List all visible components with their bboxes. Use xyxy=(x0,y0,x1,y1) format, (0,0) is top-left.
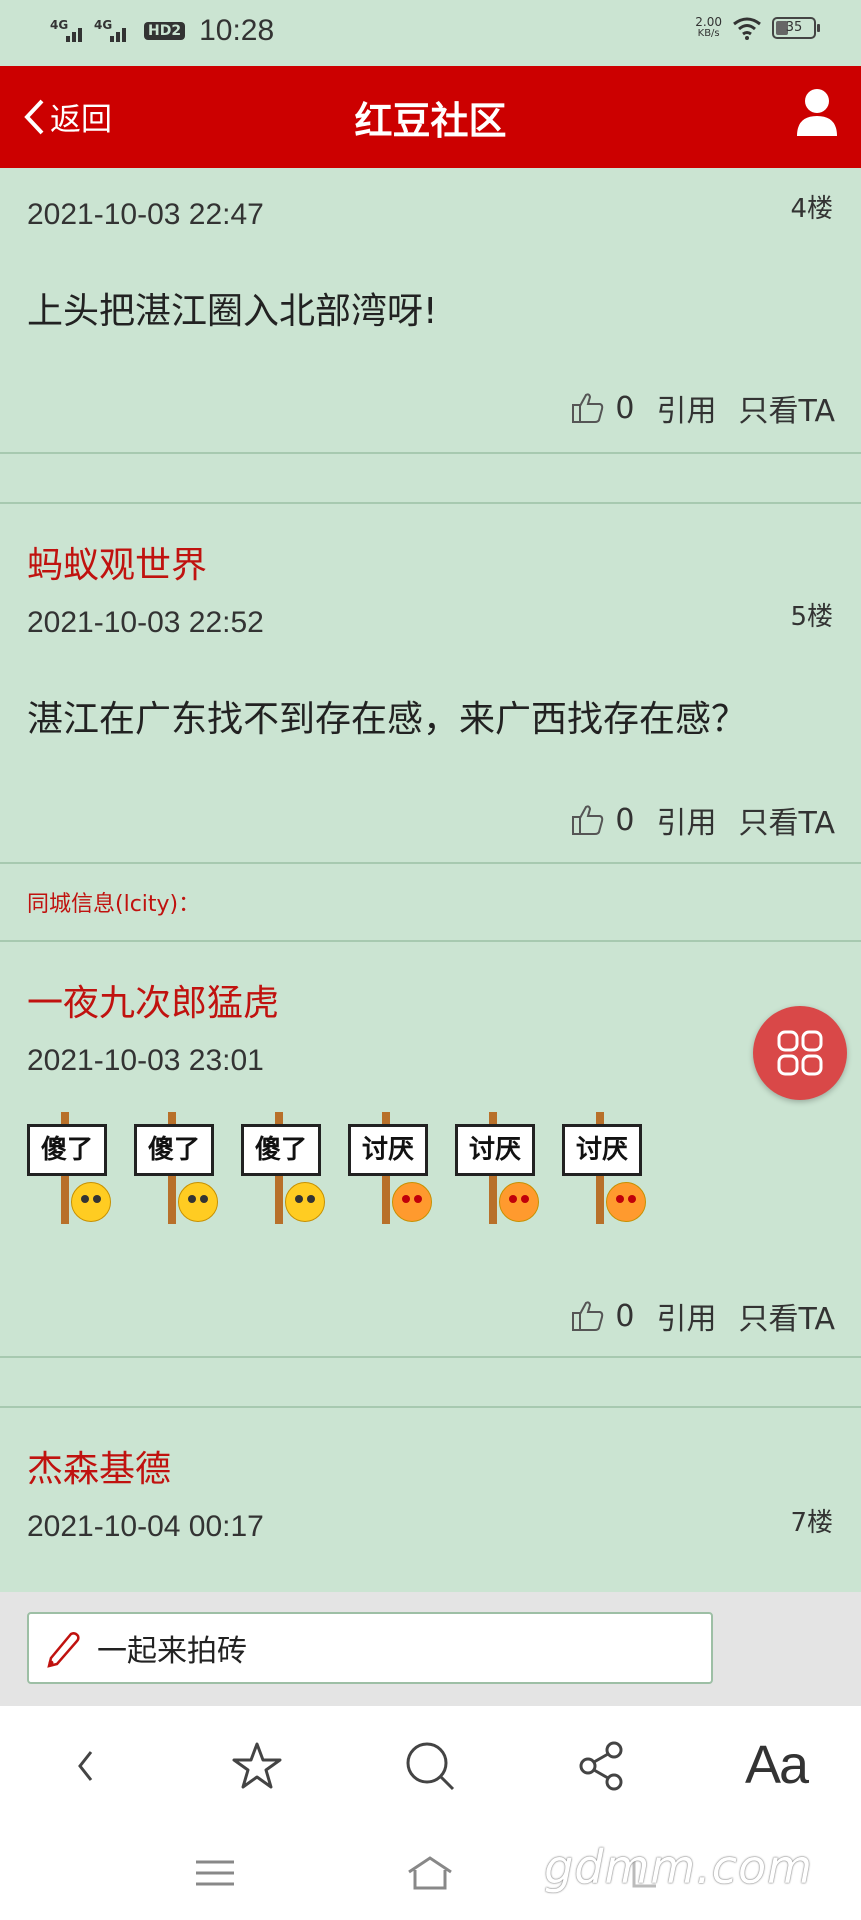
star-icon[interactable] xyxy=(227,1736,287,1796)
only-author-button[interactable]: 只看TA xyxy=(738,386,835,430)
like-button[interactable]: 0 xyxy=(571,1299,634,1334)
post-author[interactable]: 蚂蚁观世界 xyxy=(27,536,207,588)
quote-button[interactable]: 引用 xyxy=(656,798,716,842)
app-header: 返回 红豆社区 xyxy=(0,66,861,168)
post-content: 湛江在广东找不到存在感，来广西找存在感？ xyxy=(27,699,748,740)
status-time: 10:28 xyxy=(199,14,275,47)
page-title: 红豆社区 xyxy=(354,99,507,143)
emoji-sha-le: 傻了 xyxy=(27,1112,111,1224)
floor-number: 4楼 xyxy=(790,194,833,224)
grid-menu-icon xyxy=(777,1030,823,1076)
thumbs-up-icon xyxy=(572,1301,604,1331)
user-icon[interactable] xyxy=(795,88,839,138)
post-time: 2021-10-03 22:47 xyxy=(27,198,264,231)
hd-voice-badge: HD2 xyxy=(144,22,186,40)
signal-icon: 4G xyxy=(50,18,84,44)
menu-icon[interactable] xyxy=(190,1850,240,1896)
emoji-tao-yan: 讨厌 xyxy=(562,1112,646,1224)
only-author-button[interactable]: 只看TA xyxy=(738,1294,835,1338)
browser-toolbar: Aa xyxy=(0,1706,861,1826)
reply-placeholder: 一起来拍砖 xyxy=(97,1634,247,1669)
post-content: 上头把湛江圈入北部湾呀! xyxy=(27,291,438,332)
post-floor-7: 杰森基德 2021-10-04 00:17 7楼 xyxy=(0,1410,861,1592)
quote-button[interactable]: 引用 xyxy=(656,1294,716,1338)
share-icon[interactable] xyxy=(572,1736,632,1796)
like-count: 0 xyxy=(615,1298,635,1334)
status-bar: 4G 4G HD2 10:28 2.00 KB/s 35 xyxy=(0,0,861,66)
city-info-link[interactable]: 同城信息(lcity)： xyxy=(27,886,200,918)
watermark: gdmm.com xyxy=(544,1840,813,1894)
emoji-sha-le: 傻了 xyxy=(241,1112,325,1224)
thumbs-up-icon xyxy=(572,393,604,423)
floor-number: 7楼 xyxy=(790,1508,833,1538)
separator-band xyxy=(0,456,861,504)
system-navigation: gdmm.com xyxy=(0,1826,861,1920)
like-button[interactable]: 0 xyxy=(571,391,634,426)
search-icon[interactable] xyxy=(400,1736,460,1796)
signal-icon-2: 4G xyxy=(94,18,128,44)
floor-number: 5楼 xyxy=(790,602,833,632)
separator-band xyxy=(0,1360,861,1408)
post-time: 2021-10-04 00:17 xyxy=(27,1510,264,1543)
like-button[interactable]: 0 xyxy=(571,803,634,838)
pencil-icon xyxy=(47,1632,80,1668)
emoji-row: 傻了 傻了 傻了 讨厌 讨厌 讨厌 xyxy=(27,1112,646,1224)
emoji-tao-yan: 讨厌 xyxy=(348,1112,432,1224)
emoji-tao-yan: 讨厌 xyxy=(455,1112,539,1224)
quote-button[interactable]: 引用 xyxy=(656,386,716,430)
composer-bar: 一起来拍砖 xyxy=(0,1592,861,1706)
wifi-icon xyxy=(733,17,761,40)
like-count: 0 xyxy=(615,390,635,426)
battery-icon: 35 xyxy=(772,17,820,39)
like-count: 0 xyxy=(615,802,635,838)
post-floor-5: 蚂蚁观世界 2021-10-03 22:52 5楼 湛江在广东找不到存在感，来广… xyxy=(0,506,861,864)
thumbs-up-icon xyxy=(572,805,604,835)
post-time: 2021-10-03 23:01 xyxy=(27,1044,264,1077)
network-speed: 2.00 KB/s xyxy=(695,15,722,39)
post-author[interactable]: 一夜九次郎猛虎 xyxy=(27,974,279,1026)
back-icon[interactable] xyxy=(56,1736,116,1796)
font-size-button[interactable]: Aa xyxy=(745,1734,809,1796)
post-floor-4: 2021-10-03 22:47 4楼 上头把湛江圈入北部湾呀! 0 引用 只看… xyxy=(0,168,861,454)
reply-input[interactable]: 一起来拍砖 xyxy=(27,1612,713,1684)
only-author-button[interactable]: 只看TA xyxy=(738,798,835,842)
home-icon[interactable] xyxy=(405,1850,455,1896)
emoji-sha-le: 傻了 xyxy=(134,1112,218,1224)
floating-menu-button[interactable] xyxy=(753,1006,847,1100)
post-author[interactable]: 杰森基德 xyxy=(27,1440,171,1492)
post-time: 2021-10-03 22:52 xyxy=(27,606,264,639)
